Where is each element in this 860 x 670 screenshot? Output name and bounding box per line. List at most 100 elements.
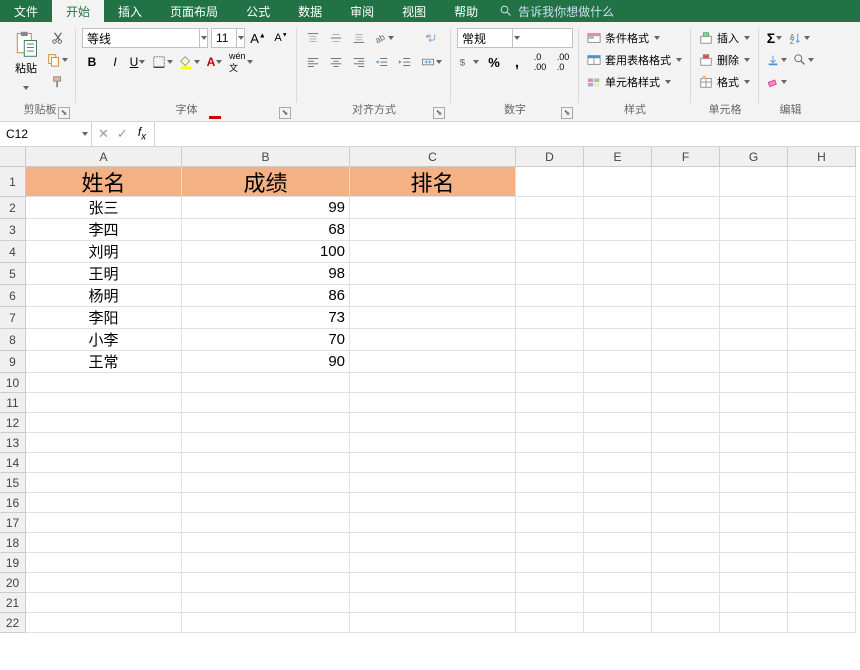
cell-D5[interactable] xyxy=(516,263,584,285)
row-header-16[interactable]: 16 xyxy=(0,493,26,513)
cell-A4[interactable]: 刘明 xyxy=(26,241,182,263)
cell-E12[interactable] xyxy=(584,413,652,433)
cell-C12[interactable] xyxy=(350,413,516,433)
row-header-21[interactable]: 21 xyxy=(0,593,26,613)
cell-D8[interactable] xyxy=(516,329,584,351)
cell-H8[interactable] xyxy=(788,329,856,351)
phonetic-button[interactable]: wén文 xyxy=(228,52,255,72)
format-cells-button[interactable]: 格式 xyxy=(697,72,753,92)
cell-F14[interactable] xyxy=(652,453,720,473)
col-header-F[interactable]: F xyxy=(652,147,720,167)
row-header-10[interactable]: 10 xyxy=(0,373,26,393)
cell-D22[interactable] xyxy=(516,613,584,633)
cell-B16[interactable] xyxy=(182,493,350,513)
cell-B21[interactable] xyxy=(182,593,350,613)
cell-D12[interactable] xyxy=(516,413,584,433)
delete-cells-button[interactable]: 删除 xyxy=(697,50,753,70)
cell-F11[interactable] xyxy=(652,393,720,413)
col-header-D[interactable]: D xyxy=(516,147,584,167)
col-header-H[interactable]: H xyxy=(788,147,856,167)
conditional-format-button[interactable]: 条件格式 xyxy=(585,28,685,48)
cell-E10[interactable] xyxy=(584,373,652,393)
decrease-font-button[interactable]: A▼ xyxy=(271,28,291,48)
orientation-button[interactable]: ab xyxy=(372,28,396,48)
cell-E11[interactable] xyxy=(584,393,652,413)
cell-E13[interactable] xyxy=(584,433,652,453)
cell-A10[interactable] xyxy=(26,373,182,393)
cell-H17[interactable] xyxy=(788,513,856,533)
font-color-button[interactable]: A xyxy=(205,52,225,72)
cell-C2[interactable] xyxy=(350,197,516,219)
cell-B19[interactable] xyxy=(182,553,350,573)
cell-A8[interactable]: 小李 xyxy=(26,329,182,351)
cell-B6[interactable]: 86 xyxy=(182,285,350,307)
tell-me-search[interactable]: 告诉我你想做什么 xyxy=(492,0,614,22)
cell-B10[interactable] xyxy=(182,373,350,393)
cell-F3[interactable] xyxy=(652,219,720,241)
cell-F13[interactable] xyxy=(652,433,720,453)
cell-B8[interactable]: 70 xyxy=(182,329,350,351)
tab-插入[interactable]: 插入 xyxy=(104,0,156,22)
cell-C5[interactable] xyxy=(350,263,516,285)
cell-H11[interactable] xyxy=(788,393,856,413)
cell-H20[interactable] xyxy=(788,573,856,593)
cell-F4[interactable] xyxy=(652,241,720,263)
tab-文件[interactable]: 文件 xyxy=(0,0,52,22)
decrease-indent-button[interactable] xyxy=(372,52,392,72)
align-top-button[interactable] xyxy=(303,28,323,48)
increase-decimal-button[interactable]: .0.00 xyxy=(530,52,550,72)
row-header-2[interactable]: 2 xyxy=(0,197,26,219)
cell-D6[interactable] xyxy=(516,285,584,307)
cell-D20[interactable] xyxy=(516,573,584,593)
cell-A20[interactable] xyxy=(26,573,182,593)
cell-F9[interactable] xyxy=(652,351,720,373)
cell-F2[interactable] xyxy=(652,197,720,219)
cell-H3[interactable] xyxy=(788,219,856,241)
copy-button[interactable] xyxy=(46,50,70,70)
cell-C21[interactable] xyxy=(350,593,516,613)
cell-C13[interactable] xyxy=(350,433,516,453)
cell-G4[interactable] xyxy=(720,241,788,263)
cell-H22[interactable] xyxy=(788,613,856,633)
cell-H2[interactable] xyxy=(788,197,856,219)
cell-E14[interactable] xyxy=(584,453,652,473)
align-bottom-button[interactable] xyxy=(349,28,369,48)
cell-H19[interactable] xyxy=(788,553,856,573)
cell-E1[interactable] xyxy=(584,167,652,197)
cell-E4[interactable] xyxy=(584,241,652,263)
cell-H6[interactable] xyxy=(788,285,856,307)
cancel-formula-icon[interactable]: ✕ xyxy=(98,126,109,142)
cell-B13[interactable] xyxy=(182,433,350,453)
worksheet[interactable]: ABCDEFGH 1234567891011121314151617181920… xyxy=(0,147,860,670)
cell-F15[interactable] xyxy=(652,473,720,493)
align-center-button[interactable] xyxy=(326,52,346,72)
cell-C17[interactable] xyxy=(350,513,516,533)
cell-A1[interactable]: 姓名 xyxy=(26,167,182,197)
cell-A9[interactable]: 王常 xyxy=(26,351,182,373)
number-format-combo[interactable] xyxy=(457,28,573,48)
percent-button[interactable]: % xyxy=(484,52,504,72)
row-header-18[interactable]: 18 xyxy=(0,533,26,553)
cell-A2[interactable]: 张三 xyxy=(26,197,182,219)
cell-A13[interactable] xyxy=(26,433,182,453)
cell-E17[interactable] xyxy=(584,513,652,533)
cell-C1[interactable]: 排名 xyxy=(350,167,516,197)
currency-button[interactable]: $ xyxy=(457,52,481,72)
cell-G6[interactable] xyxy=(720,285,788,307)
cell-H15[interactable] xyxy=(788,473,856,493)
cell-E20[interactable] xyxy=(584,573,652,593)
cell-D17[interactable] xyxy=(516,513,584,533)
cell-B14[interactable] xyxy=(182,453,350,473)
col-header-C[interactable]: C xyxy=(350,147,516,167)
cell-G9[interactable] xyxy=(720,351,788,373)
cell-H1[interactable] xyxy=(788,167,856,197)
font-name-combo[interactable] xyxy=(82,28,208,48)
cell-G11[interactable] xyxy=(720,393,788,413)
cell-H7[interactable] xyxy=(788,307,856,329)
cell-D4[interactable] xyxy=(516,241,584,263)
cut-button[interactable] xyxy=(46,28,70,48)
cell-G2[interactable] xyxy=(720,197,788,219)
cell-B9[interactable]: 90 xyxy=(182,351,350,373)
cell-D1[interactable] xyxy=(516,167,584,197)
cell-F21[interactable] xyxy=(652,593,720,613)
